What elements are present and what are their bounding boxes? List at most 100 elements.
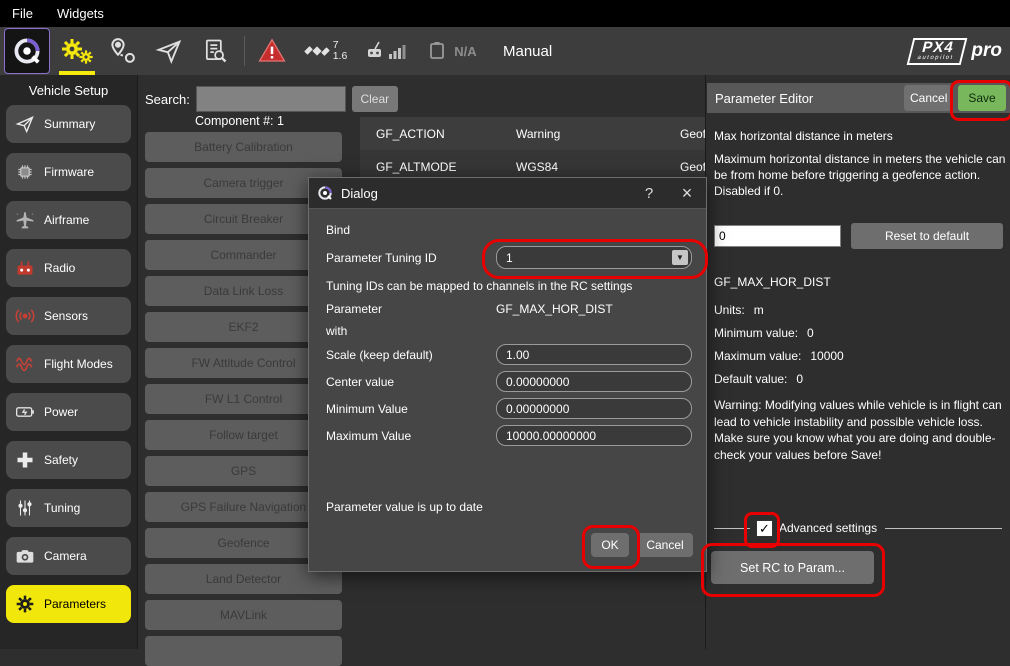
minimum-value-input[interactable]: 0.00000000 — [496, 398, 692, 419]
min-label: Minimum value: — [714, 326, 798, 340]
dialog-titlebar: Dialog ? × — [309, 178, 706, 209]
clear-button[interactable]: Clear — [352, 86, 398, 112]
parameter-editor-header: Parameter Editor Cancel Save — [707, 83, 1010, 113]
fly-tab[interactable] — [146, 27, 192, 75]
max-value: 10000 — [810, 349, 843, 363]
default-value-row: Default value:0 — [714, 372, 803, 386]
center-value-input[interactable]: 0.00000000 — [496, 371, 692, 392]
battery-icon — [12, 400, 38, 424]
px4-logo: PX4 autopilot pro — [910, 38, 1002, 65]
maximum-value: 10000.00000000 — [506, 429, 596, 443]
qgc-logo-icon — [317, 185, 333, 201]
sidebar-item-flight-modes[interactable]: Flight Modes — [6, 345, 131, 383]
param-value-cell: Warning — [516, 127, 666, 141]
search-input[interactable] — [196, 86, 346, 112]
dialog-cancel-button[interactable]: Cancel — [637, 533, 693, 557]
warning-triangle-icon — [256, 36, 288, 66]
plan-tab[interactable] — [100, 27, 146, 75]
ok-button[interactable]: OK — [591, 533, 629, 557]
bind-section-label: Bind — [326, 223, 350, 237]
reset-to-default-button[interactable]: Reset to default — [851, 223, 1003, 249]
chevron-down-icon[interactable]: ▼ — [672, 250, 688, 265]
sidebar-item-parameters[interactable]: Parameters — [6, 585, 131, 623]
param-status-text: Parameter value is up to date — [326, 500, 483, 514]
battery-indicator[interactable]: N/A — [415, 27, 487, 75]
editor-save-button[interactable]: Save — [958, 85, 1006, 111]
airplane-icon — [12, 208, 38, 232]
gps-indicator[interactable]: 7 1.6 — [293, 27, 357, 75]
units-row: Units:m — [714, 303, 764, 317]
parameter-editor-panel: Parameter Editor Cancel Save Max horizon… — [705, 75, 1010, 649]
sidebar-item-label: Flight Modes — [44, 357, 113, 371]
battery-status-text: N/A — [454, 44, 476, 59]
editor-cancel-button[interactable]: Cancel — [904, 85, 952, 111]
maximum-value-input[interactable]: 10000.00000000 — [496, 425, 692, 446]
sidebar-item-label: Power — [44, 405, 78, 419]
sidebar-item-summary[interactable]: Summary — [6, 105, 131, 143]
sidebar-item-label: Parameters — [44, 597, 106, 611]
vehicle-setup-tab[interactable] — [54, 27, 100, 75]
plus-cross-icon — [12, 448, 38, 472]
sidebar-item-label: Camera — [44, 549, 87, 563]
rc-rssi-indicator[interactable] — [357, 27, 415, 75]
dialog-close-button[interactable]: × — [672, 179, 702, 207]
param-name-cell: GF_ACTION — [376, 127, 511, 141]
scale-label: Scale (keep default) — [326, 348, 433, 362]
sidebar-item-power[interactable]: Power — [6, 393, 131, 431]
table-row[interactable]: GF_ACTION Warning Geof — [360, 117, 705, 150]
group-battery-calibration[interactable]: Battery Calibration — [145, 132, 342, 162]
messages-indicator[interactable] — [251, 27, 293, 75]
dialog-help-button[interactable]: ? — [634, 179, 664, 207]
tuning-note: Tuning IDs can be mapped to channels in … — [326, 279, 632, 293]
tuning-id-value: 1 — [506, 251, 513, 265]
param-value-input[interactable] — [714, 225, 841, 247]
analyze-tab[interactable] — [192, 27, 238, 75]
qgc-logo-button[interactable] — [4, 28, 50, 74]
set-rc-to-param-button[interactable]: Set RC to Param... — [711, 551, 874, 584]
document-search-icon — [201, 37, 229, 65]
default-value: 0 — [796, 372, 803, 386]
gps-hdop: 1.6 — [333, 51, 348, 62]
search-row: Search: Clear — [145, 86, 398, 112]
minimum-value-label: Minimum Value — [326, 402, 408, 416]
scale-value: 1.00 — [506, 348, 529, 362]
dialog-param-name: GF_MAX_HOR_DIST — [496, 302, 613, 316]
advanced-settings-checkbox[interactable]: ✓ — [756, 520, 773, 537]
param-name: GF_MAX_HOR_DIST — [714, 275, 831, 289]
divider-line — [885, 528, 1002, 529]
max-value-row: Maximum value:10000 — [714, 349, 844, 363]
menu-file[interactable]: File — [12, 6, 33, 21]
sidebar-item-label: Radio — [44, 261, 75, 275]
sidebar-item-camera[interactable]: Camera — [6, 537, 131, 575]
flight-mode-indicator[interactable]: Manual — [503, 43, 552, 60]
min-value-row: Minimum value:0 — [714, 326, 814, 340]
sensor-waves-icon — [12, 304, 38, 328]
group-partial[interactable] — [145, 636, 342, 666]
sidebar-title: Vehicle Setup — [0, 75, 137, 105]
maximum-value-label: Maximum Value — [326, 429, 411, 443]
menu-widgets[interactable]: Widgets — [57, 6, 104, 21]
sidebar-item-label: Summary — [44, 117, 95, 131]
sidebar-item-label: Airframe — [44, 213, 89, 227]
sliders-icon — [12, 496, 38, 520]
sidebar-item-label: Safety — [44, 453, 78, 467]
sidebar-item-airframe[interactable]: Airframe — [6, 201, 131, 239]
sidebar-item-tuning[interactable]: Tuning — [6, 489, 131, 527]
param-category-cell: Geof — [680, 160, 706, 174]
group-mavlink[interactable]: MAVLink — [145, 600, 342, 630]
set-rc-to-param-dialog: Dialog ? × Bind Parameter Tuning ID 1 ▼ … — [308, 177, 707, 572]
flight-warning-text: Warning: Modifying values while vehicle … — [714, 397, 1006, 463]
scale-input[interactable]: 1.00 — [496, 344, 692, 365]
waypoint-pin-icon — [108, 36, 138, 66]
gears-icon — [60, 35, 94, 67]
tuning-id-dropdown[interactable]: 1 ▼ — [496, 246, 692, 269]
sidebar-item-radio[interactable]: Radio — [6, 249, 131, 287]
gears-icon — [12, 592, 38, 616]
dialog-body: Bind Parameter Tuning ID 1 ▼ Tuning IDs … — [309, 208, 706, 571]
component-header: Component #: 1 — [195, 114, 284, 128]
sidebar-item-sensors[interactable]: Sensors — [6, 297, 131, 335]
sidebar-item-safety[interactable]: Safety — [6, 441, 131, 479]
sidebar-item-firmware[interactable]: Firmware — [6, 153, 131, 191]
gps-values: 7 1.6 — [333, 40, 348, 62]
param-long-description: Maximum horizontal distance in meters th… — [714, 151, 1006, 199]
